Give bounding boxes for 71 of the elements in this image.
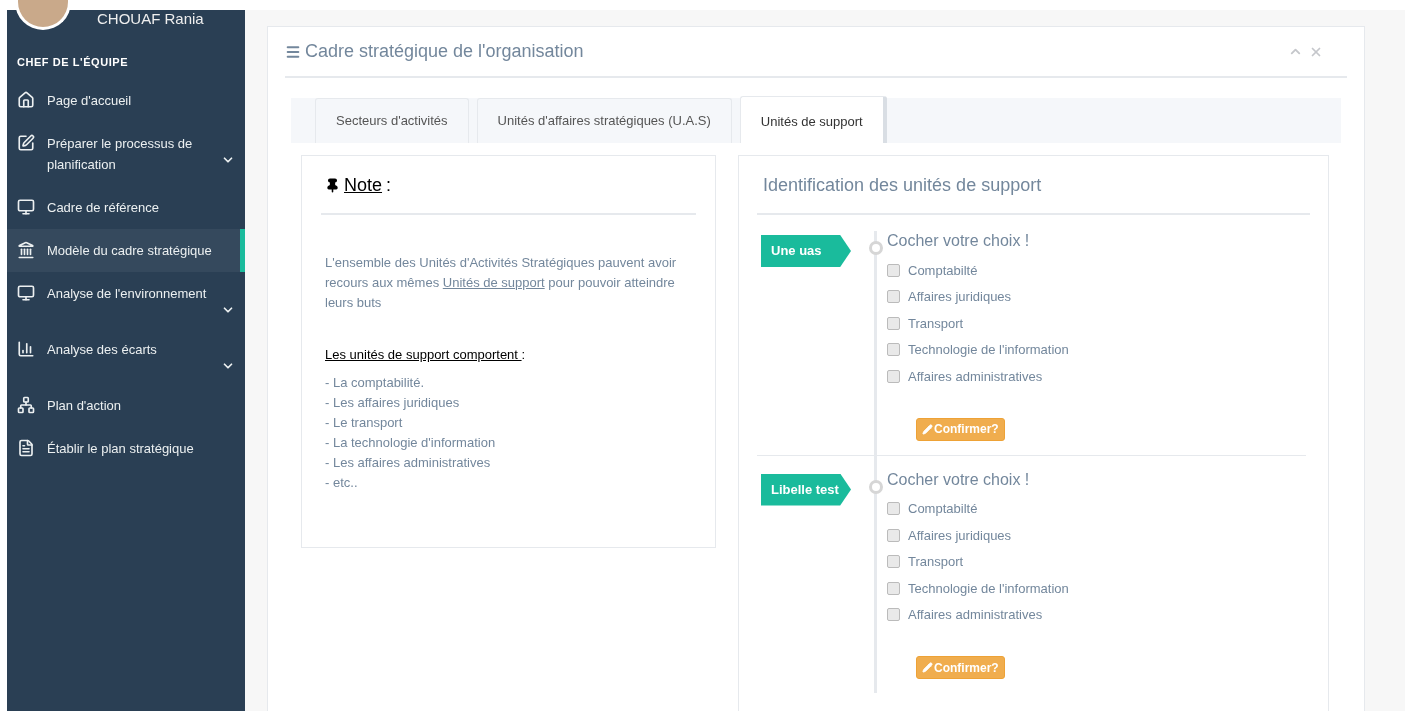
pin-icon bbox=[325, 178, 340, 193]
checkbox[interactable] bbox=[887, 290, 900, 304]
option-label: Affaires administratives bbox=[908, 606, 1043, 624]
nav-label: Préparer le processus de planification bbox=[47, 134, 194, 174]
option-label: Technologie de l'information bbox=[908, 341, 1069, 359]
list-heading: Les unités de support comportent bbox=[325, 346, 519, 364]
list-item: - Les affaires administratives bbox=[325, 453, 492, 472]
entry-tag: Libelle test bbox=[761, 473, 851, 506]
checkbox[interactable] bbox=[887, 528, 900, 542]
tab[interactable]: Unités de support bbox=[739, 96, 887, 143]
checkbox[interactable] bbox=[887, 343, 900, 357]
nav-label: Cadre de référence bbox=[47, 198, 159, 217]
entry-heading: Cocher votre choix ! bbox=[887, 231, 1031, 251]
checkbox[interactable] bbox=[887, 502, 900, 516]
user-name: CHOUAF Rania bbox=[97, 9, 204, 29]
entry-heading: Cocher votre choix ! bbox=[887, 469, 1031, 490]
checkbox[interactable] bbox=[887, 581, 900, 595]
panel-title: Cadre stratégique de l'organisation bbox=[305, 40, 585, 63]
option-label: Comptabilté bbox=[908, 500, 978, 518]
entry-tag: Une uas bbox=[761, 235, 851, 267]
home-icon bbox=[17, 90, 35, 109]
identification-title: Identification des unités de support bbox=[757, 172, 1310, 215]
option-label: Affaires juridiques bbox=[908, 288, 1012, 306]
monitor-icon bbox=[17, 197, 35, 216]
nav-item[interactable]: Modèle du cadre stratégique bbox=[7, 228, 245, 272]
list-item: - Les affaires juridiques bbox=[325, 393, 461, 412]
tab[interactable]: Unités d'affaires stratégiques (U.A.S) bbox=[476, 98, 732, 143]
pencil-icon bbox=[922, 662, 933, 673]
checkbox[interactable] bbox=[887, 263, 900, 277]
option-label: Affaires juridiques bbox=[908, 526, 1012, 545]
edit-icon bbox=[17, 133, 35, 152]
nav-item[interactable]: Page d'accueil bbox=[7, 78, 245, 122]
checkbox[interactable] bbox=[887, 316, 900, 330]
pencil-icon bbox=[922, 423, 933, 435]
option-label: Comptabilté bbox=[908, 261, 978, 280]
checkbox[interactable] bbox=[887, 608, 900, 622]
support-units-link[interactable]: Unités de support bbox=[442, 275, 545, 290]
option-label: Transport bbox=[908, 553, 964, 571]
menu-icon bbox=[285, 43, 301, 60]
document-icon bbox=[17, 438, 35, 457]
list-item: - La technologie d'information bbox=[325, 433, 497, 452]
nav-item[interactable]: Préparer le processus de planification bbox=[7, 121, 245, 186]
nav-label: Analyse de l'environnement bbox=[47, 284, 207, 303]
nav-item[interactable]: Établir le plan stratégique bbox=[7, 426, 245, 470]
option-label: Transport bbox=[908, 314, 964, 333]
nav-item[interactable]: Plan d'action bbox=[7, 383, 245, 427]
monitor-icon bbox=[17, 283, 35, 302]
tab[interactable]: Secteurs d'activités bbox=[315, 98, 469, 143]
list-item: - La comptabilité. bbox=[325, 373, 425, 392]
note-colon: : bbox=[386, 174, 392, 197]
note-title: Note bbox=[344, 174, 383, 197]
nav-item[interactable]: Analyse des écarts bbox=[7, 327, 245, 384]
list-item: - etc.. bbox=[325, 473, 359, 492]
nav-item[interactable]: Cadre de référence bbox=[7, 185, 245, 229]
nav-label: Page d'accueil bbox=[47, 91, 132, 110]
bar-chart-icon bbox=[17, 339, 35, 358]
list-item: - Le transport bbox=[325, 413, 404, 432]
section-title: CHEF DE L'ÉQUIPE bbox=[16, 55, 130, 70]
option-label: Technologie de l'information bbox=[908, 579, 1069, 598]
nav-item[interactable]: Analyse de l'environnement bbox=[7, 271, 245, 328]
nav-label: Établir le plan stratégique bbox=[47, 439, 194, 458]
checkbox[interactable] bbox=[887, 555, 900, 569]
nav-label: Plan d'action bbox=[47, 396, 122, 415]
option-label: Affaires administratives bbox=[908, 367, 1043, 386]
list-heading-colon: : bbox=[521, 346, 526, 364]
nav-label: Analyse des écarts bbox=[47, 340, 157, 359]
hierarchy-icon bbox=[17, 395, 35, 414]
checkbox[interactable] bbox=[887, 369, 900, 383]
bank-icon bbox=[17, 240, 35, 259]
nav-label: Modèle du cadre stratégique bbox=[47, 241, 212, 260]
note-paragraph: L'ensemble des Unités d'Activités Stratégiques pauvent avoir recours aux mêmes Unités de support pour pouvoir atteindre leurs buts bbox=[324, 254, 678, 312]
